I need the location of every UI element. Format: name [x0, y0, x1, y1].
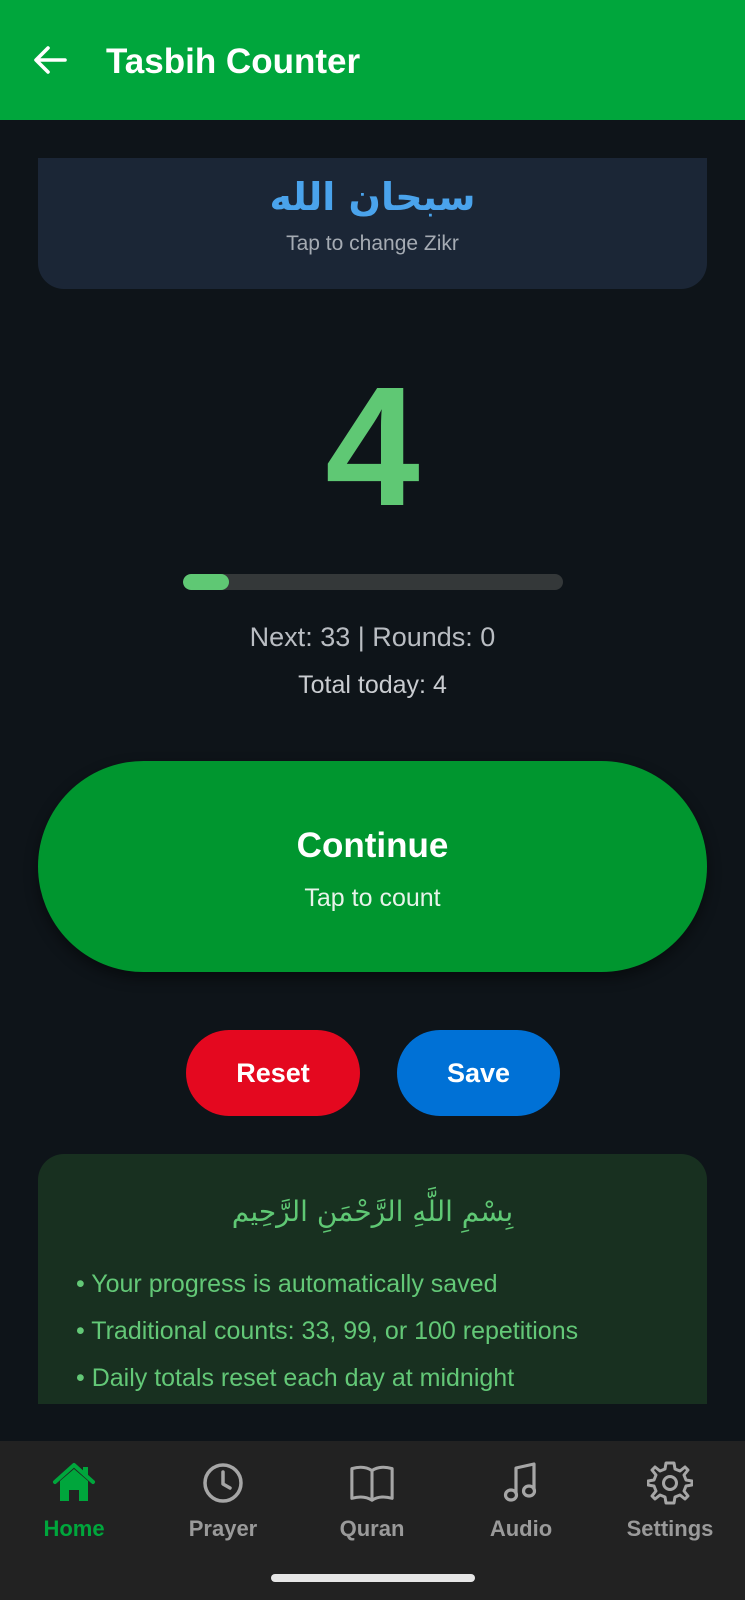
progress-bar: [183, 574, 563, 590]
clock-icon: [200, 1460, 246, 1506]
next-rounds-text: Next: 33 | Rounds: 0: [249, 622, 496, 652]
home-indicator[interactable]: [271, 1574, 475, 1582]
nav-label-settings: Settings: [626, 1516, 714, 1541]
zikr-change-hint[interactable]: Tap to change Zikr: [0, 232, 745, 256]
nav-label-prayer: Prayer: [188, 1516, 258, 1541]
save-button[interactable]: Save: [397, 1030, 560, 1116]
info-card: بِسْمِ اللَّهِ الرَّحْمَنِ الرَّحِيم • Y…: [38, 1154, 707, 1404]
gear-icon: [647, 1460, 693, 1506]
zikr-card[interactable]: سبحان الله: [38, 158, 707, 289]
info-item: • Daily totals reset each day at midnigh…: [76, 1364, 515, 1392]
zikr-arabic-text: سبحان الله: [269, 175, 476, 219]
total-today-text: Total today: 4: [298, 671, 447, 699]
continue-count-button[interactable]: [38, 761, 707, 972]
progress-fill: [183, 574, 229, 590]
reset-button[interactable]: Reset: [186, 1030, 360, 1116]
page-title: Tasbih Counter: [106, 42, 361, 81]
nav-item-prayer[interactable]: Prayer: [158, 1460, 288, 1555]
continue-label[interactable]: Continue: [0, 826, 745, 866]
nav-item-quran[interactable]: Quran: [307, 1460, 437, 1555]
music-note-icon: [498, 1460, 544, 1506]
nav-label-home: Home: [43, 1516, 105, 1541]
home-icon: [51, 1460, 97, 1506]
count-display: 4: [325, 352, 420, 542]
nav-item-audio[interactable]: Audio: [456, 1460, 586, 1555]
arrow-left-icon: [34, 46, 67, 74]
nav-label-quran: Quran: [339, 1516, 405, 1541]
continue-sub-label[interactable]: Tap to count: [0, 884, 745, 913]
nav-label-audio: Audio: [489, 1516, 553, 1541]
info-item: • Your progress is automatically saved: [76, 1270, 498, 1298]
back-button[interactable]: [28, 38, 72, 82]
info-item: • Traditional counts: 33, 99, or 100 rep…: [76, 1317, 579, 1345]
nav-item-home[interactable]: Home: [9, 1460, 139, 1555]
nav-item-settings[interactable]: Settings: [605, 1460, 735, 1555]
book-icon: [349, 1460, 395, 1506]
bismillah-text: بِسْمِ اللَّهِ الرَّحْمَنِ الرَّحِيم: [231, 1195, 514, 1228]
